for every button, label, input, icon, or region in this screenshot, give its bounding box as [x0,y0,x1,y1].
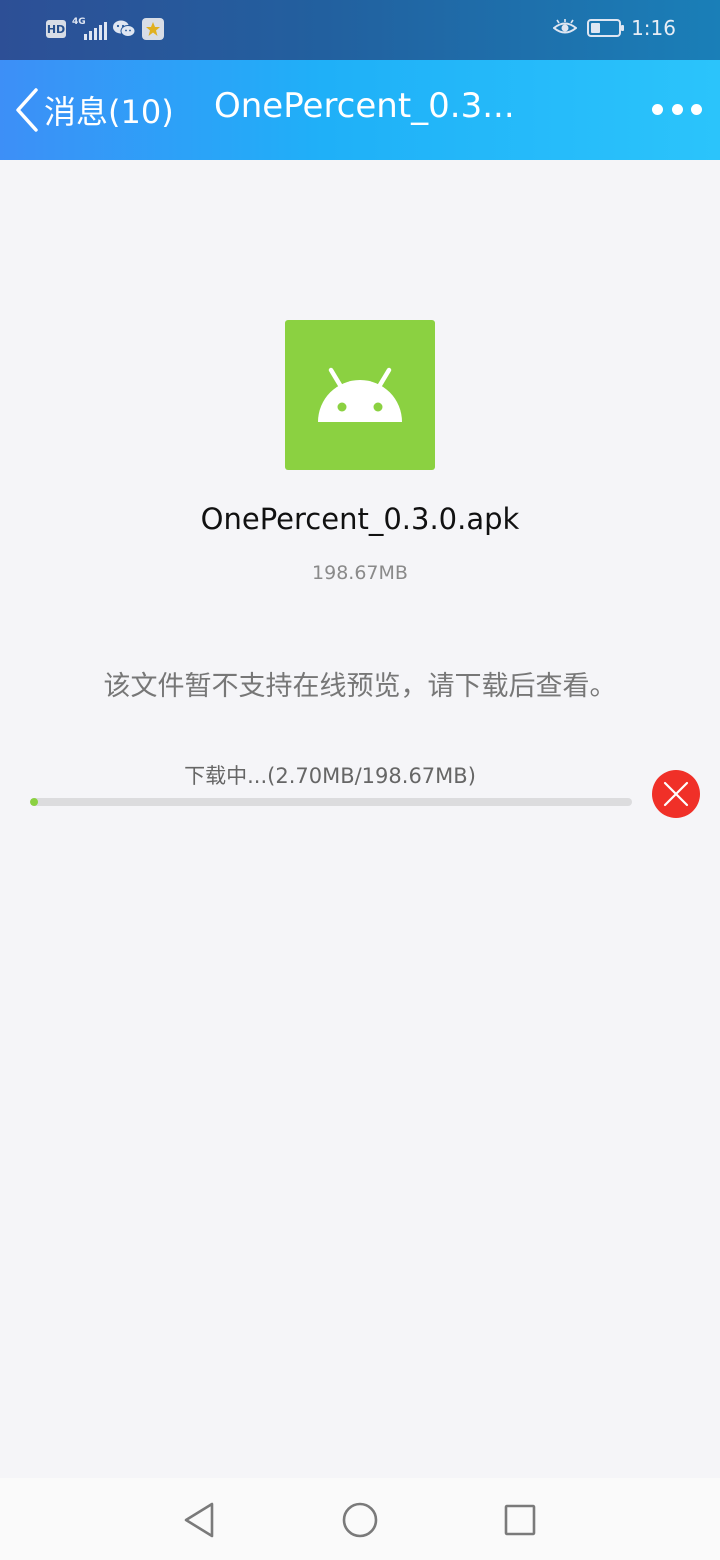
preview-unsupported-notice: 该文件暂不支持在线预览，请下载后查看。 [103,671,617,702]
back-chevron-icon [16,88,38,132]
back-label: 消息(10) [44,93,174,131]
app-header: 消息(10) OnePercent_0.3... [0,60,720,160]
android-icon [318,367,402,422]
cancel-download-button[interactable] [652,770,700,818]
recents-square-icon [504,1504,536,1536]
nav-home-button[interactable] [338,1498,382,1542]
download-progress-bar [30,798,632,806]
back-triangle-icon [184,1502,214,1538]
status-bar: HD 4G 1:16 [0,0,720,60]
wechat-icon [113,20,136,37]
hd-icon: HD [46,20,66,38]
home-circle-icon [342,1502,378,1538]
file-type-icon [285,320,435,470]
more-button[interactable] [652,94,702,124]
system-nav-bar [0,1478,720,1560]
battery-icon [587,19,625,37]
clock: 1:16 [631,16,676,40]
back-button[interactable]: 消息(10) [14,84,174,136]
page-title: OnePercent_0.3... [214,86,515,126]
more-icon [652,103,663,115]
download-progress-fill [30,798,39,806]
signal-icon: 4G [72,18,107,40]
nav-recents-button[interactable] [498,1498,542,1542]
status-right-icons: 1:16 [553,16,676,40]
file-size: 198.67MB [312,562,408,584]
download-status: 下载中...(2.70MB/198.67MB) [184,764,476,788]
file-name: OnePercent_0.3.0.apk [200,502,520,536]
close-icon [663,781,689,807]
nav-back-button[interactable] [178,1498,222,1542]
eye-comfort-icon [553,19,578,34]
star-icon [142,18,164,40]
status-left-icons: HD 4G [46,18,164,40]
